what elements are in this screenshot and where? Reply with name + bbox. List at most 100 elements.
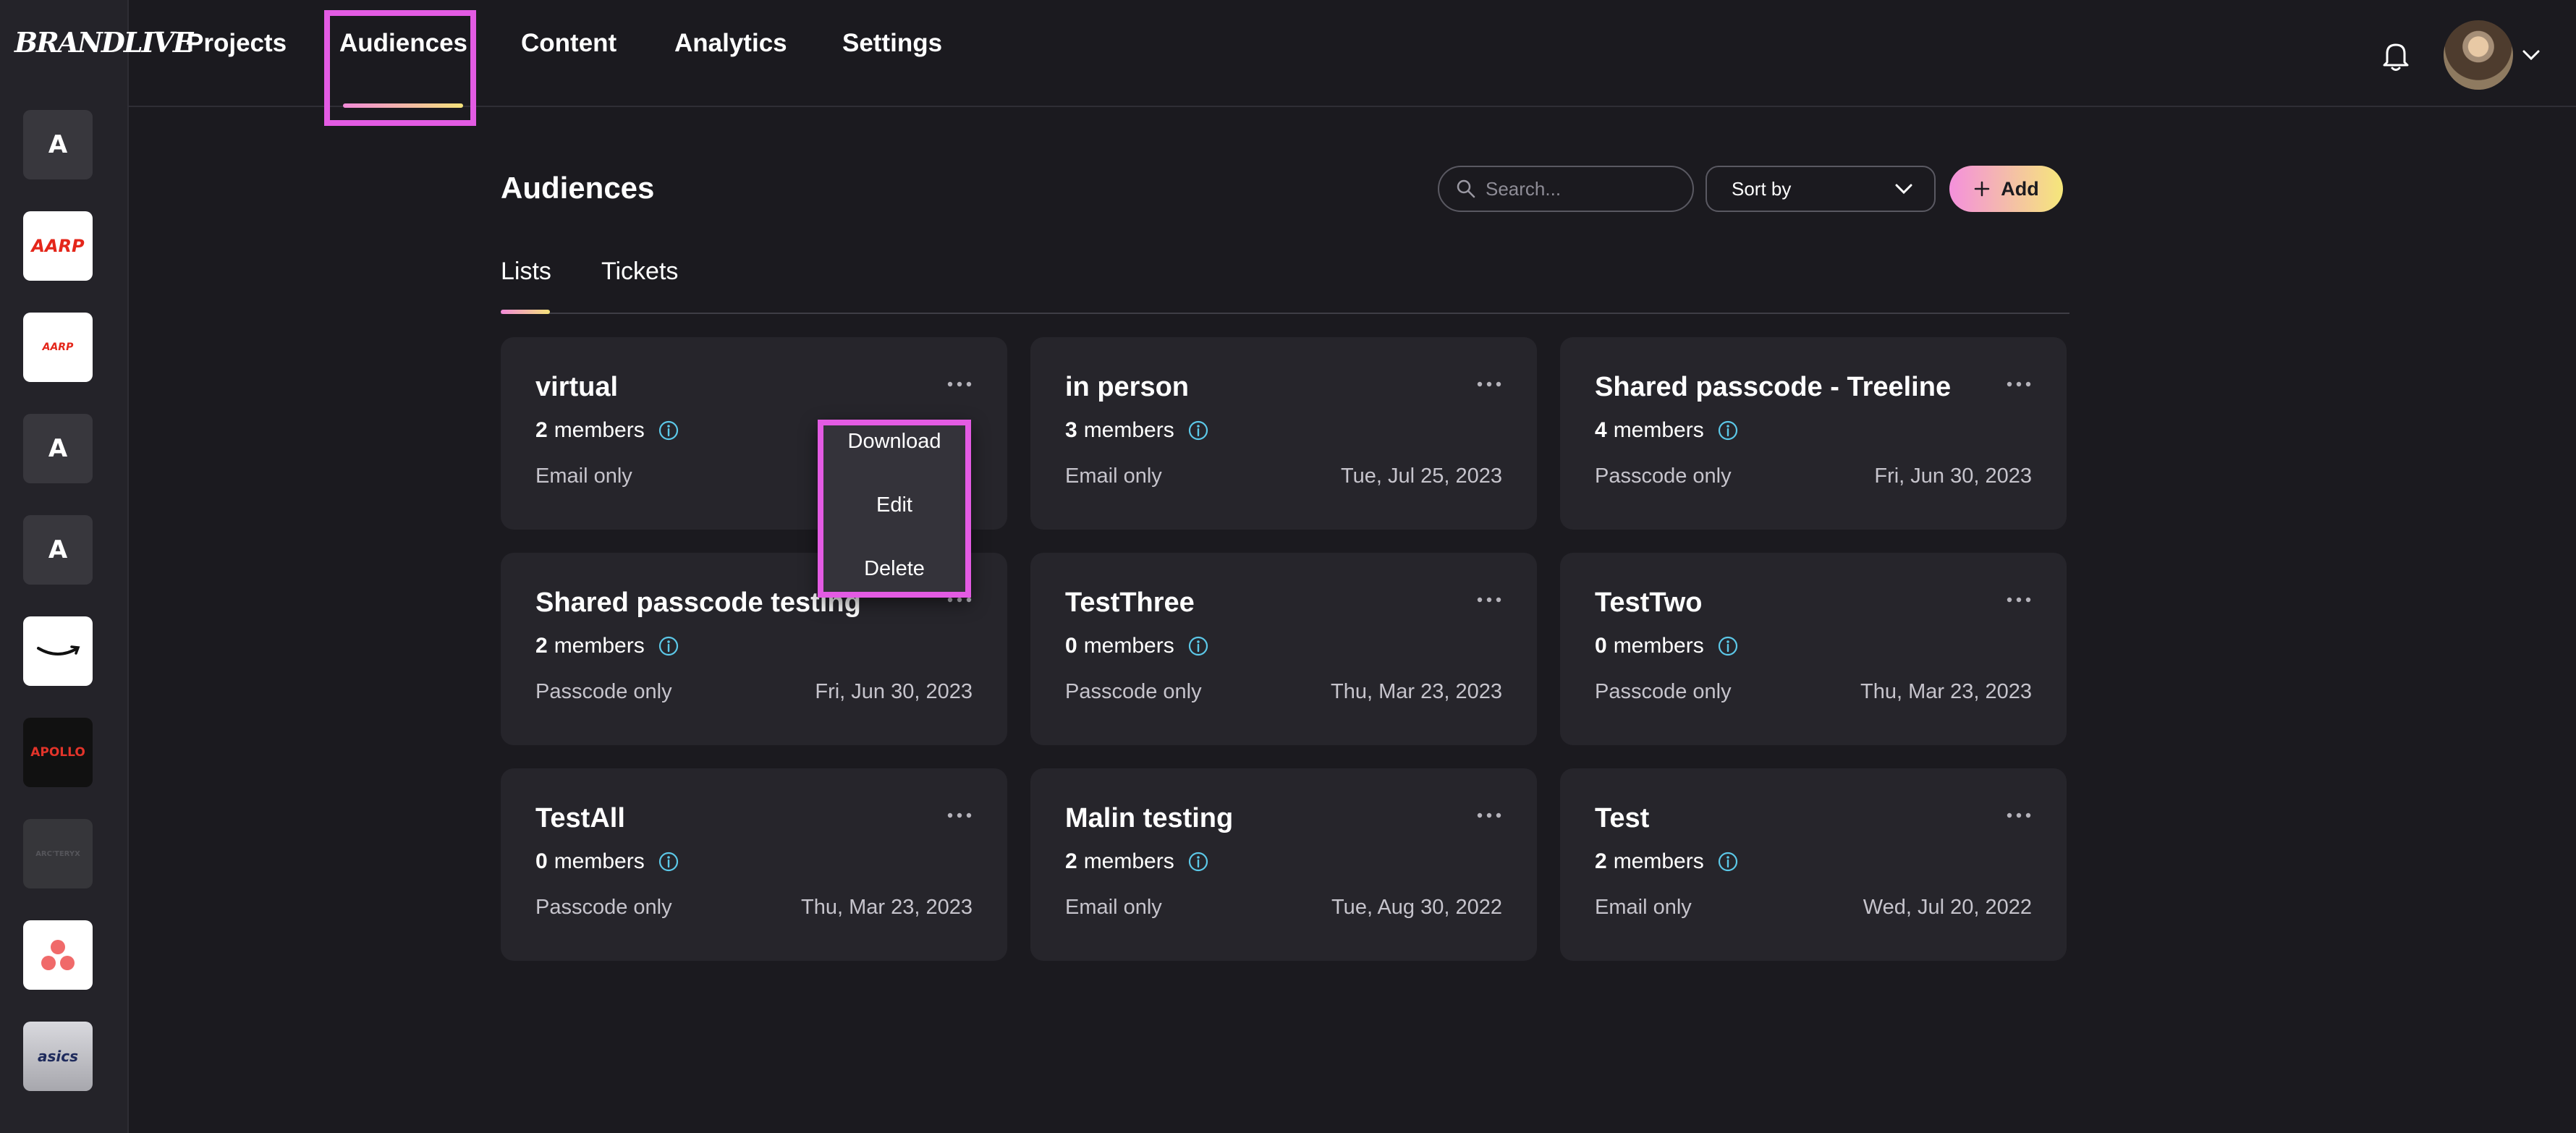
sort-by-label: Sort by [1732, 177, 1792, 200]
brand-tile-label: A [48, 130, 68, 159]
member-count: 2 members [1065, 849, 1209, 874]
menu-item-download[interactable]: Download [818, 430, 971, 454]
brand-tile-aarp-2[interactable]: AARP [23, 313, 93, 382]
created-date: Thu, Mar 23, 2023 [1331, 680, 1502, 703]
brand-tile-arcteryx[interactable]: ARC'TERYX [23, 819, 93, 888]
search-icon [1457, 179, 1475, 198]
member-count-label: members [554, 418, 645, 442]
more-options-icon[interactable] [2006, 379, 2032, 389]
access-type: Passcode only [1595, 680, 1732, 703]
brand-tile-aarp-1[interactable]: AARP [23, 211, 93, 281]
tab-lists[interactable]: Lists [501, 258, 551, 286]
info-icon[interactable] [1187, 635, 1209, 657]
info-icon[interactable] [658, 635, 679, 657]
member-count: 3 members [1065, 418, 1209, 443]
more-options-icon[interactable] [946, 379, 973, 389]
member-count-label: members [554, 849, 645, 873]
info-icon[interactable] [1187, 851, 1209, 873]
page-title: Audiences [501, 171, 655, 205]
member-count-number: 2 [1595, 849, 1607, 873]
info-icon[interactable] [1717, 635, 1739, 657]
info-icon[interactable] [1187, 420, 1209, 441]
info-icon[interactable] [1717, 851, 1739, 873]
member-count-label: members [1613, 418, 1704, 442]
notification-bell-icon[interactable] [2381, 41, 2410, 72]
brand-tile-amazon[interactable] [23, 616, 93, 686]
nav-settings[interactable]: Settings [842, 29, 942, 58]
add-button-label: Add [2001, 177, 2039, 200]
created-date: Fri, Jun 30, 2023 [1874, 464, 2032, 488]
aarp-logo-icon: AARP [31, 236, 85, 256]
more-options-icon[interactable] [2006, 810, 2032, 820]
card-title: Malin testing [1065, 803, 1234, 833]
audience-card[interactable]: Test 2 members Email only Wed, Jul 20, 2… [1560, 768, 2067, 961]
menu-item-edit[interactable]: Edit [818, 493, 971, 517]
brandlive-logo[interactable]: BRANDLIVE [14, 26, 194, 62]
member-count: 0 members [1065, 634, 1209, 658]
nav-analytics[interactable]: Analytics [674, 29, 787, 58]
created-date: Fri, Jun 30, 2023 [815, 680, 973, 703]
access-type: Passcode only [535, 896, 672, 919]
card-title: Shared passcode - Treeline [1595, 372, 1952, 402]
info-icon[interactable] [1717, 420, 1739, 441]
member-count: 4 members [1595, 418, 1739, 443]
member-count-number: 0 [1065, 634, 1077, 658]
brand-tile-apollo[interactable]: APOLLO [23, 718, 93, 787]
menu-item-delete[interactable]: Delete [818, 557, 971, 581]
member-count-number: 4 [1595, 418, 1607, 442]
more-options-icon[interactable] [1476, 379, 1502, 389]
apollo-logo-icon: APOLLO [30, 745, 85, 760]
more-options-icon[interactable] [2006, 595, 2032, 605]
brand-tile-a-3[interactable]: A [23, 515, 93, 585]
tabs-divider [501, 313, 2069, 314]
nav-content[interactable]: Content [521, 29, 617, 58]
brand-tile-label: A [48, 434, 68, 463]
info-icon[interactable] [658, 420, 679, 441]
created-date: Thu, Mar 23, 2023 [801, 896, 973, 919]
member-count-label: members [1083, 418, 1174, 442]
brand-tile-a-2[interactable]: A [23, 414, 93, 483]
brand-tile-a-1[interactable]: A [23, 110, 93, 179]
more-options-icon[interactable] [1476, 595, 1502, 605]
audience-card[interactable]: TestThree 0 members Passcode only Thu, M… [1030, 553, 1537, 745]
audience-card[interactable]: TestTwo 0 members Passcode only Thu, Mar… [1560, 553, 2067, 745]
audience-card[interactable]: in person 3 members Email only Tue, Jul … [1030, 337, 1537, 530]
member-count-label: members [1613, 849, 1704, 873]
amazon-logo-icon [37, 645, 80, 655]
nav-audiences[interactable]: Audiences [339, 29, 467, 58]
search-input[interactable] [1484, 177, 1675, 201]
arcteryx-logo-icon: ARC'TERYX [35, 849, 80, 858]
more-options-icon[interactable] [946, 810, 973, 820]
chevron-down-icon[interactable] [2521, 48, 2541, 62]
asana-logo-icon [41, 940, 75, 970]
info-icon[interactable] [658, 851, 679, 873]
member-count: 2 members [1595, 849, 1739, 874]
audience-card[interactable]: Shared passcode - Treeline 4 members Pas… [1560, 337, 2067, 530]
audience-card[interactable]: TestAll 0 members Passcode only Thu, Mar… [501, 768, 1007, 961]
plus-icon [1975, 181, 1990, 197]
access-type: Passcode only [1595, 464, 1732, 488]
brand-tile-asics[interactable]: asics [23, 1022, 93, 1091]
member-count-number: 2 [1065, 849, 1077, 873]
access-type: Passcode only [535, 680, 672, 703]
nav-active-underline [343, 103, 463, 108]
search-box[interactable] [1438, 166, 1694, 212]
more-options-icon[interactable] [1476, 810, 1502, 820]
nav-projects[interactable]: Projects [187, 29, 287, 58]
user-avatar[interactable] [2444, 20, 2513, 90]
tab-tickets[interactable]: Tickets [601, 258, 678, 286]
member-count-label: members [1613, 634, 1704, 658]
created-date: Wed, Jul 20, 2022 [1863, 896, 2032, 919]
member-count: 2 members [535, 634, 679, 658]
top-navigation [127, 0, 2576, 107]
card-title: Shared passcode testing [535, 587, 861, 618]
member-count: 2 members [535, 418, 679, 443]
created-date: Thu, Mar 23, 2023 [1860, 680, 2032, 703]
member-count-label: members [1083, 634, 1174, 658]
sort-by-dropdown[interactable]: Sort by [1706, 166, 1936, 212]
brand-tile-asana[interactable] [23, 920, 93, 990]
member-count: 0 members [535, 849, 679, 874]
add-button[interactable]: Add [1949, 166, 2063, 212]
chevron-down-icon [1895, 184, 1912, 195]
audience-card[interactable]: Malin testing 2 members Email only Tue, … [1030, 768, 1537, 961]
